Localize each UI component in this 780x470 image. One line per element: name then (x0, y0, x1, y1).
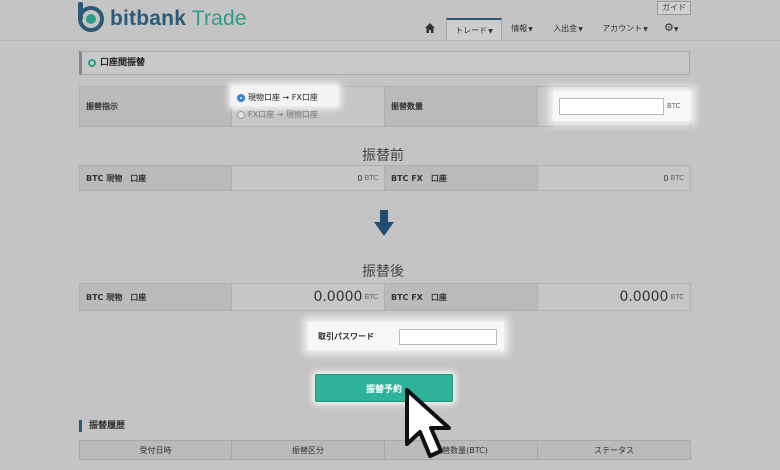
after-fx-label: BTC FX 口座 (384, 283, 538, 311)
section-title-text: 口座間振替 (100, 58, 146, 68)
radio-selected-icon[interactable] (237, 93, 245, 102)
before-spot-value-cell: 0 BTC (231, 165, 385, 191)
history-col-type: 振替区分 (231, 440, 385, 460)
circle-bullet-icon (88, 59, 96, 67)
amount-label: 振替数量 (384, 86, 538, 127)
header-divider (0, 40, 780, 41)
before-fx-value-cell: 0 BTC (537, 165, 691, 191)
radio-spot-to-fx[interactable]: 現物口座 → FX口座 (237, 92, 318, 103)
before-fx-value: 0 (663, 173, 669, 183)
gear-icon: ⚙ (664, 21, 674, 34)
radio-spot-to-fx-label: 現物口座 → FX口座 (248, 93, 318, 102)
guide-button[interactable]: ガイド (657, 1, 691, 15)
history-col-received-at: 受付日時 (79, 440, 232, 460)
nav-deposit-withdraw[interactable]: 入出金▼ (546, 18, 590, 40)
password-input[interactable] (399, 329, 497, 345)
chevron-down-icon: ▼ (578, 26, 583, 33)
after-fx-unit: BTC (670, 293, 684, 301)
brand-name: bitbank Trade (110, 7, 247, 30)
nav-trade-label: トレード (455, 26, 488, 35)
chevron-down-icon: ▼ (488, 28, 493, 35)
history-col-status: ステータス (537, 440, 691, 460)
nav-info[interactable]: 情報▼ (505, 18, 539, 40)
bitbank-logo-icon (78, 2, 104, 32)
before-spot-unit: BTC (364, 174, 378, 182)
pointer-cursor-icon (405, 388, 451, 458)
amount-input[interactable] (559, 98, 664, 115)
after-spot-unit: BTC (364, 293, 378, 301)
after-heading: 振替後 (362, 264, 404, 280)
amount-unit: BTC (667, 102, 681, 110)
page-section-title: 口座間振替 (79, 51, 690, 75)
nav-deposit-withdraw-label: 入出金 (553, 24, 578, 33)
after-fx-value: 0.0000 (619, 289, 669, 305)
radio-unselected-icon[interactable] (237, 110, 245, 119)
radio-fx-to-spot-label: FX口座 → 現物口座 (248, 110, 318, 119)
before-spot-label: BTC 現物 口座 (79, 165, 232, 191)
nav-trade[interactable]: トレード▼ (446, 18, 502, 40)
after-spot-label: BTC 現物 口座 (79, 283, 232, 311)
brand-logo[interactable]: bitbank Trade (78, 2, 247, 34)
password-label: 取引パスワード (318, 332, 374, 341)
after-spot-value: 0.0000 (313, 289, 363, 305)
after-fx-value-cell: 0.0000 BTC (537, 283, 691, 311)
arrow-down-icon (374, 210, 394, 236)
before-spot-value: 0 (357, 173, 363, 183)
after-spot-value-cell: 0.0000 BTC (231, 283, 385, 311)
before-heading: 振替前 (362, 148, 404, 164)
before-fx-unit: BTC (670, 174, 684, 182)
history-title: 振替履歴 (79, 420, 125, 432)
settings-menu[interactable]: ⚙▼ (664, 21, 679, 34)
nav-info-label: 情報 (511, 24, 528, 33)
chevron-down-icon: ▼ (528, 26, 533, 33)
chevron-down-icon: ▼ (673, 26, 679, 33)
direction-label: 振替指示 (79, 86, 232, 127)
before-fx-label: BTC FX 口座 (384, 165, 538, 191)
chevron-down-icon: ▼ (643, 26, 648, 33)
home-icon[interactable] (424, 22, 436, 34)
nav-account[interactable]: アカウント▼ (596, 18, 654, 40)
nav-account-label: アカウント (602, 24, 643, 33)
radio-fx-to-spot[interactable]: FX口座 → 現物口座 (237, 109, 318, 120)
